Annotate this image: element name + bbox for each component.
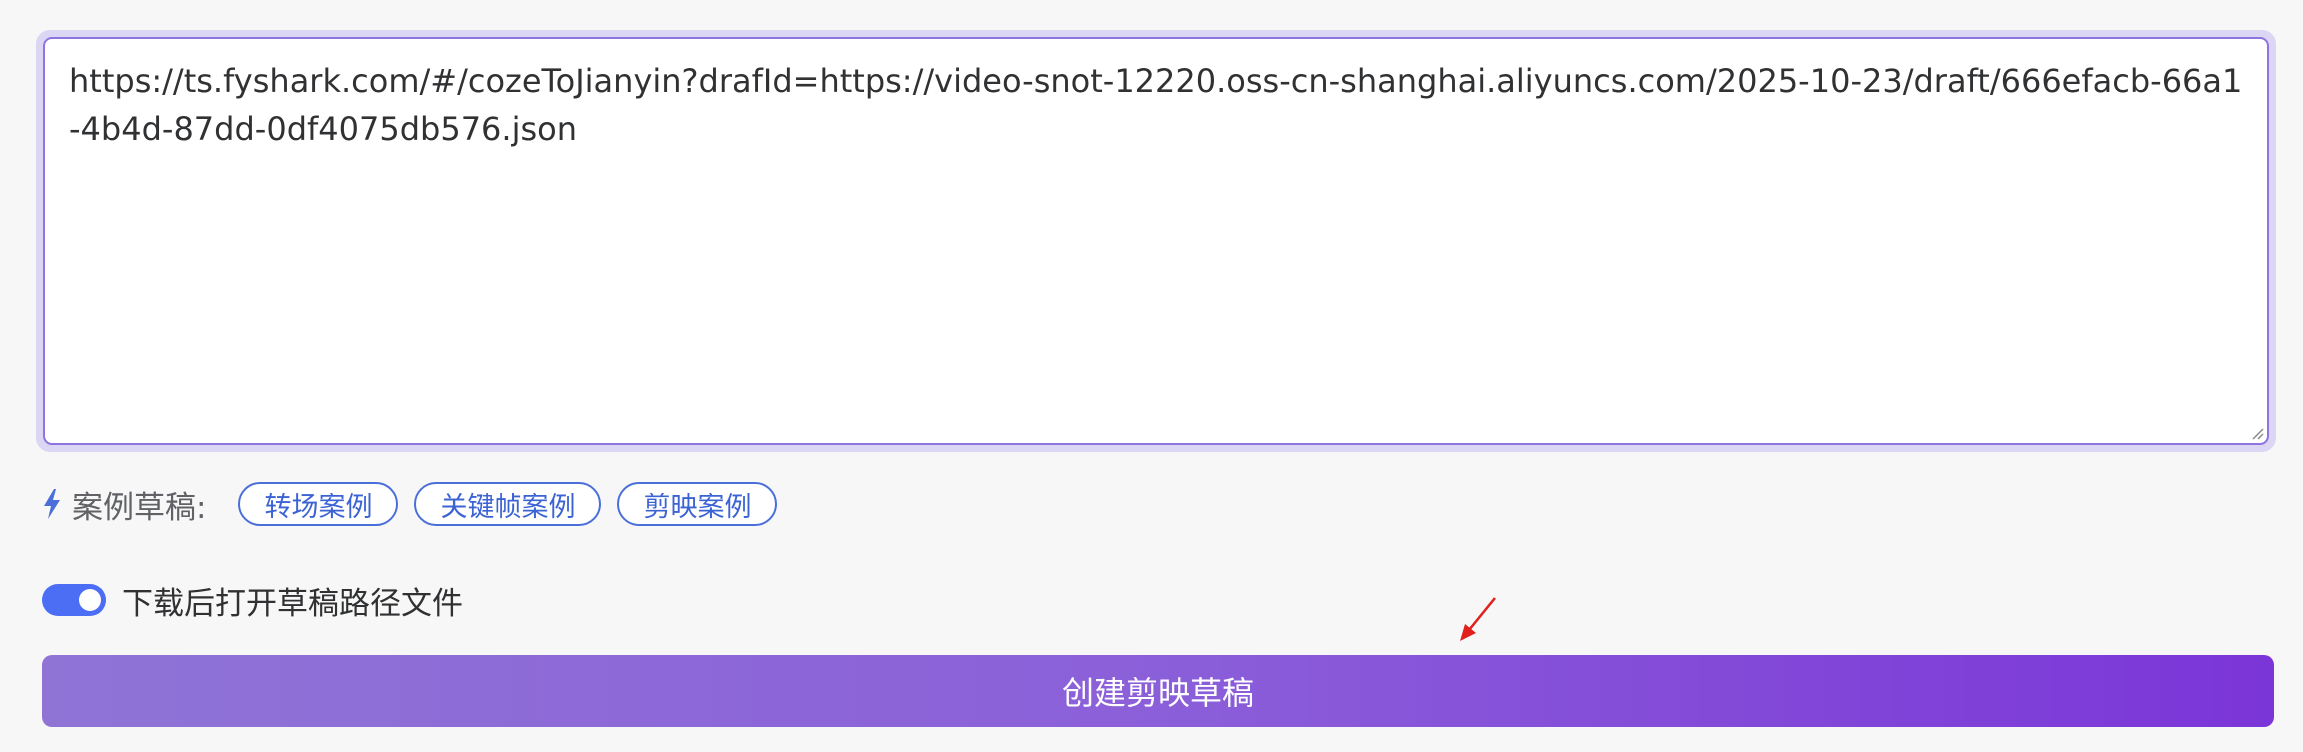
page: 案例草稿: 转场案例 关键帧案例 剪映案例 下载后打开草稿路径文件 创建剪映草稿: [0, 0, 2303, 752]
example-drafts-row: 案例草稿: 转场案例 关键帧案例 剪映案例: [42, 480, 793, 528]
bolt-icon: [44, 489, 60, 519]
open-path-toggle-label: 下载后打开草稿路径文件: [122, 585, 463, 622]
example-drafts-label: 案例草稿:: [72, 489, 207, 526]
red-arrow-annotation-icon: [1460, 597, 1496, 641]
create-draft-button[interactable]: 创建剪映草稿: [42, 655, 2274, 727]
chip-jianying-example[interactable]: 剪映案例: [617, 482, 778, 526]
chip-keyframe-example[interactable]: 关键帧案例: [414, 482, 602, 526]
resize-grip-icon[interactable]: [2249, 425, 2265, 441]
toggle-knob: [79, 589, 101, 611]
open-path-toggle[interactable]: [42, 584, 106, 616]
url-textarea[interactable]: [43, 37, 2269, 445]
chip-transition-example[interactable]: 转场案例: [238, 482, 399, 526]
open-path-toggle-row: 下载后打开草稿路径文件: [42, 578, 463, 622]
url-textarea-wrapper: [36, 30, 2276, 452]
